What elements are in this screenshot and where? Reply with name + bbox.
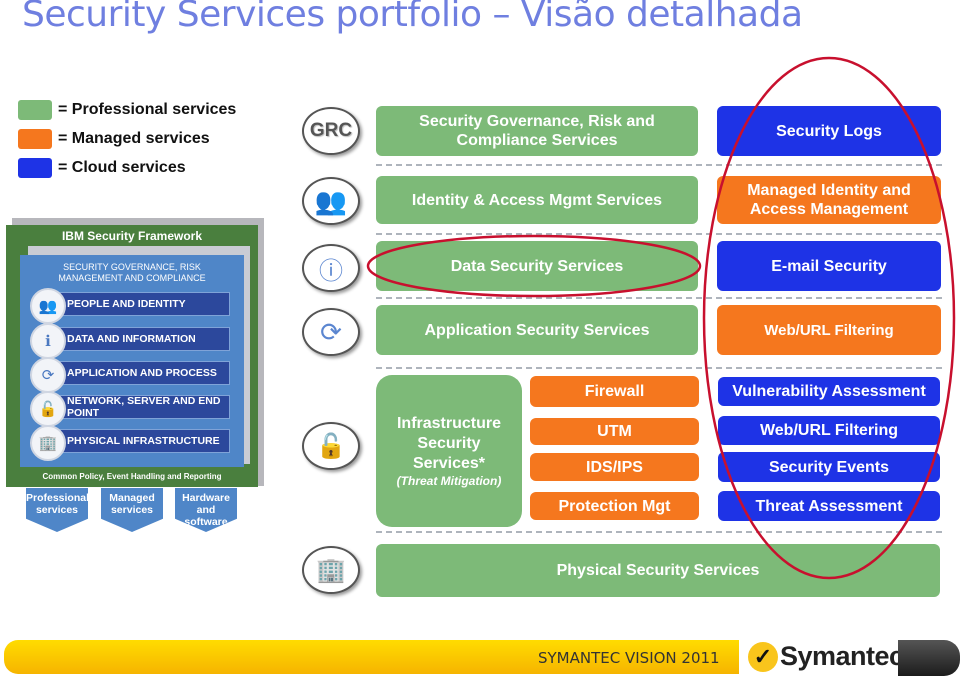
- data-security-highlight: [366, 234, 702, 298]
- highlight-overlay: [366, 56, 956, 580]
- footer-event-label: SYMANTEC VISION 2011: [538, 649, 720, 667]
- symantec-logo: ✓ Symantec.: [748, 641, 911, 672]
- symantec-wordmark: Symantec.: [780, 641, 911, 671]
- footer-dark-tab: [898, 640, 960, 676]
- cloud-column-highlight: [702, 56, 956, 580]
- checkmark-icon: ✓: [748, 641, 778, 672]
